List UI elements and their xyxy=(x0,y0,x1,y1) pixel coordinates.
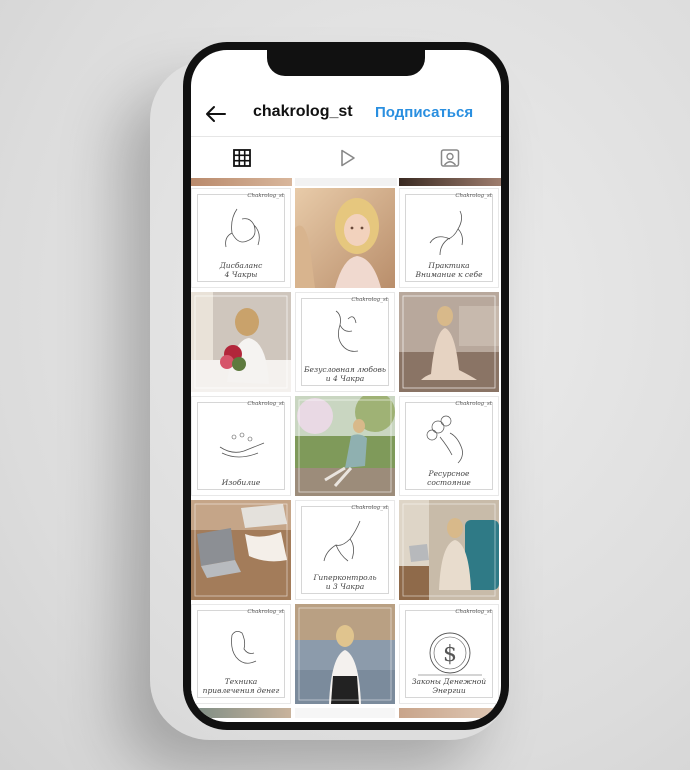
post-caption: Гиперконтроль и 3 Чакра xyxy=(313,573,377,591)
armchair-photo xyxy=(399,500,499,600)
post-partial[interactable] xyxy=(399,178,501,186)
post-caption: Безусловная любовь и 4 Чакра xyxy=(304,365,386,383)
city-photo xyxy=(295,604,395,704)
post-hypercontrol[interactable]: Chakrolog_st Гиперконтроль и 3 Чакра xyxy=(295,500,395,600)
play-icon[interactable] xyxy=(336,147,358,169)
profile-header: chakrolog_st Подписаться xyxy=(191,92,501,136)
tagged-person-icon[interactable] xyxy=(439,147,461,169)
post-partial[interactable] xyxy=(295,178,397,186)
posts-grid: Chakrolog_st Дисбаланс 4 Чакры Chakrolog… xyxy=(191,178,501,722)
park-photo xyxy=(295,396,395,496)
post-partial[interactable] xyxy=(295,708,395,718)
follow-button[interactable]: Подписаться xyxy=(375,104,473,121)
post-resource-state[interactable]: Chakrolog_st Ресурсное состояние xyxy=(399,396,499,496)
flowers-photo xyxy=(191,292,291,392)
post-partial[interactable] xyxy=(191,708,291,718)
post-caption: Законы Денежной Энергии xyxy=(411,677,487,695)
post-partial[interactable] xyxy=(399,708,501,718)
post-caption: Изобилие xyxy=(221,478,261,487)
svg-text:$: $ xyxy=(443,642,457,667)
post-money-laws[interactable]: Chakrolog_st $ Законы Денежной Энергии xyxy=(399,604,499,704)
laptop-photo xyxy=(191,500,291,600)
post-practice-attention[interactable]: Chakrolog_st Практика Внимание к себе xyxy=(399,188,499,288)
post-woman-armchair[interactable] xyxy=(399,500,499,600)
post-portrait-woman[interactable] xyxy=(295,188,395,288)
post-laptop-desk[interactable] xyxy=(191,500,291,600)
post-dysbalance-4-chakra[interactable]: Chakrolog_st Дисбаланс 4 Чакры xyxy=(191,188,291,288)
post-unconditional-love[interactable]: Chakrolog_st Безусловная любовь и 4 Чакр… xyxy=(295,292,395,392)
post-abundance[interactable]: Chakrolog_st Изобилие xyxy=(191,396,291,496)
meditation-photo xyxy=(399,292,499,392)
profile-username: chakrolog_st xyxy=(253,103,353,120)
post-woman-meditating[interactable] xyxy=(399,292,499,392)
post-caption: Дисбаланс 4 Чакры xyxy=(219,261,263,279)
post-caption: Практика Внимание к себе xyxy=(415,261,483,279)
post-caption: Ресурсное состояние xyxy=(427,469,471,487)
phone-screen: chakrolog_st Подписаться Chakrolog_st Ди… xyxy=(191,50,501,722)
grid-icon[interactable] xyxy=(231,147,253,169)
post-partial[interactable] xyxy=(191,178,292,186)
post-woman-park[interactable] xyxy=(295,396,395,496)
portrait-photo xyxy=(295,188,395,288)
post-caption: Техника привлечения денег xyxy=(202,677,280,695)
back-arrow-icon[interactable] xyxy=(203,102,229,126)
post-money-technique[interactable]: Chakrolog_st Техника привлечения денег xyxy=(191,604,291,704)
profile-tabs xyxy=(191,136,501,179)
post-woman-with-flowers[interactable] xyxy=(191,292,291,392)
post-woman-city[interactable] xyxy=(295,604,395,704)
phone-notch xyxy=(267,50,425,76)
